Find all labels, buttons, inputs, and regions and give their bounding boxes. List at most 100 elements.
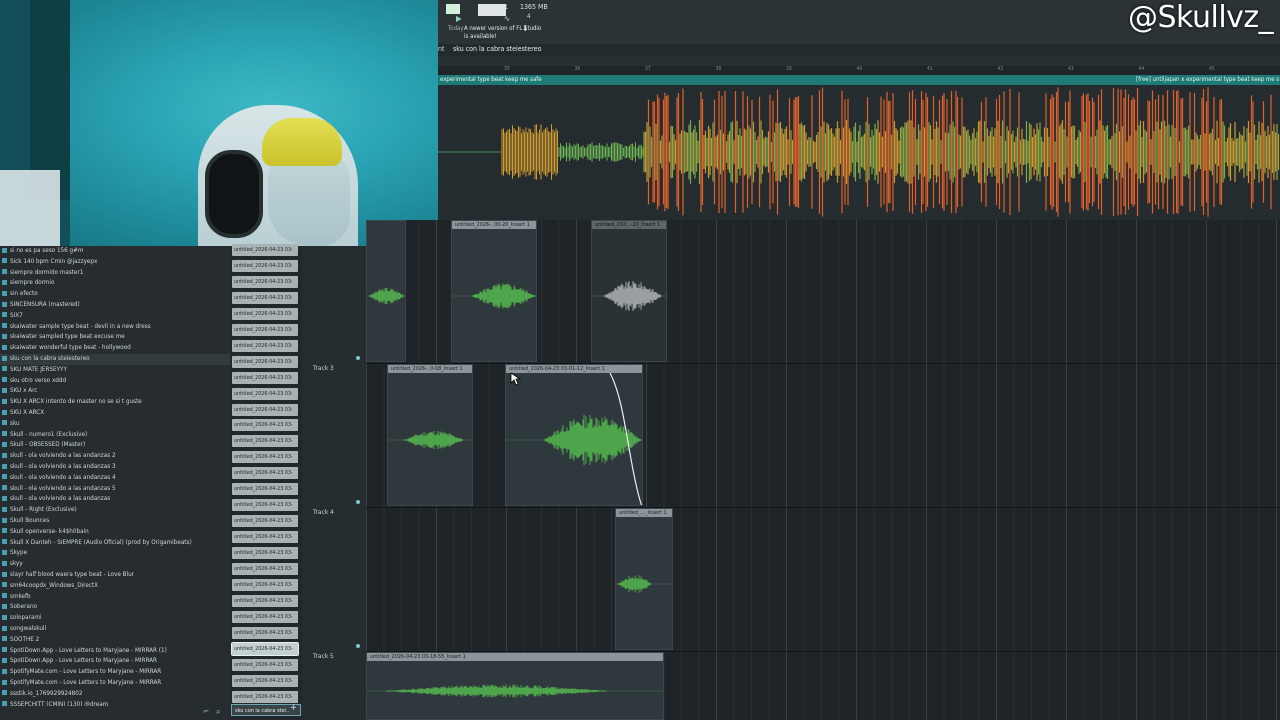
clip-source-item[interactable]: untitled_2026-04-23 03- xyxy=(232,515,298,528)
browser-item[interactable]: SpotifyMate.com - Love Letters to Maryja… xyxy=(0,667,230,678)
clip-source-item[interactable]: untitled_2026-04-23 03- xyxy=(232,371,298,384)
browser-item[interactable]: ssstik.io_1769929924802 xyxy=(0,689,230,700)
clip-source-item[interactable]: untitled_2026-04-23 03- xyxy=(232,451,298,464)
audio-file-icon xyxy=(2,549,7,555)
track-led[interactable] xyxy=(356,500,360,504)
audio-file-icon xyxy=(2,636,7,642)
browser-item[interactable]: skaiwater wonderful type beat - hollywoo… xyxy=(0,343,230,354)
browser-item[interactable]: Skull openverse- k4$h0bain xyxy=(0,527,230,538)
browser-item[interactable]: SINCENSURA (mastered) xyxy=(0,300,230,311)
clip-source-item[interactable]: untitled_2026-04-23 03- xyxy=(232,307,298,320)
clip-source-item[interactable]: untitled_2026-04-23 03- xyxy=(232,339,298,352)
track-name[interactable]: Track 4 xyxy=(313,508,334,516)
browser-item[interactable]: Skull X Danteh - SIEMPRE (Audio Oficial)… xyxy=(0,538,230,549)
waveform-icon[interactable]: ∿ xyxy=(504,14,510,23)
browser-item[interactable]: skull - ola volviendo a las andanzas xyxy=(0,494,230,505)
browser-item[interactable]: Sick 140 bpm Cmin @jazzyepx xyxy=(0,257,230,268)
audio-clip[interactable]: untitled_2026-04-23 03-01-12_Insert 1 xyxy=(505,364,643,506)
browser-item[interactable]: Skype xyxy=(0,548,230,559)
browser-item[interactable]: sin efecto xyxy=(0,289,230,300)
browser-item[interactable]: sku xyxy=(0,419,230,430)
clip-source-item[interactable]: untitled_2026-04-23 03- xyxy=(232,403,298,416)
browser-item[interactable]: Skull - OBSESSED (Master) xyxy=(0,440,230,451)
browser-item[interactable]: Skull Bounces xyxy=(0,516,230,527)
clip-source-item[interactable]: untitled_2026-04-23 03- xyxy=(232,483,298,496)
audio-clip[interactable] xyxy=(366,220,406,362)
audio-file-icon xyxy=(2,593,7,599)
clip-source-item[interactable]: untitled_2026-04-23 03- xyxy=(232,499,298,512)
clip-source-item[interactable]: untitled_2026-04-23 03- xyxy=(232,291,298,304)
clip-source-item[interactable]: untitled_2026-04-23 03- xyxy=(232,244,298,256)
browser-item[interactable]: skaiwater sample type beat - devil in a … xyxy=(0,322,230,333)
clip-source-item[interactable]: untitled_2026-04-23 03- xyxy=(232,610,298,623)
clip-source-item[interactable]: untitled_2026-04-23 03- xyxy=(232,690,298,703)
clip-source-item[interactable]: untitled_2026-04-23 03- xyxy=(232,563,298,575)
clip-source-item[interactable]: untitled_2026-04-23 03- xyxy=(232,419,298,432)
browser-item[interactable]: sm64coopdx_Windows_DirectX xyxy=(0,581,230,592)
audio-clip[interactable]: untitled_202...-20_Insert 1 xyxy=(591,220,667,362)
clip-source-item[interactable]: untitled_2026-04-23 03- xyxy=(232,594,298,607)
browser-item[interactable]: SKU X ARCX xyxy=(0,408,230,419)
clip-source-item[interactable]: untitled_2026-04-23 03- xyxy=(232,547,298,560)
browser-item[interactable]: slayr half blood waera type beat - Love … xyxy=(0,570,230,581)
search-icon[interactable]: ⌕ xyxy=(216,707,220,717)
browser-item[interactable]: SOOTHE 2 xyxy=(0,635,230,646)
clip-source-item[interactable]: untitled_2026-04-23 03- xyxy=(232,387,298,400)
memory-usage: 1365 MB xyxy=(520,3,548,11)
browser-item[interactable]: skyy xyxy=(0,559,230,570)
browser-item[interactable]: SKU X ARCX intento de master no se si t … xyxy=(0,397,230,408)
browser-item[interactable]: soloparami xyxy=(0,613,230,624)
track-led[interactable] xyxy=(356,644,360,648)
audio-file-icon xyxy=(2,495,7,501)
track-name[interactable]: Track 5 xyxy=(313,652,334,660)
browser-item[interactable]: songwalskull xyxy=(0,624,230,635)
audio-clip[interactable]: untitled_..._Insert 1 xyxy=(615,508,673,650)
audio-clip[interactable]: untitled_2026-..00-20_Insert 1 xyxy=(451,220,537,362)
browser-item-label: skyy xyxy=(10,560,23,568)
track-name[interactable]: Track 3 xyxy=(313,364,334,372)
audio-clip[interactable]: untitled_2026-04-23 03-18-55_Insert 1 xyxy=(366,652,664,720)
browser-item[interactable]: skull - ola volviendo a las andanzas 4 xyxy=(0,473,230,484)
browser-item[interactable]: SKU MATE JERSEYYY xyxy=(0,365,230,376)
browser-item[interactable]: skaiwater sampled type beat excuse me xyxy=(0,332,230,343)
clip-source-item[interactable]: untitled_2026-04-23 03- xyxy=(232,658,298,671)
browser-link-icon[interactable]: ⌐ xyxy=(203,707,209,716)
browser-item[interactable]: SpotiDown.App - Love Letters to Maryjane… xyxy=(0,646,230,657)
clip-source-item[interactable]: untitled_2026-04-23 03- xyxy=(232,578,298,591)
browser-item[interactable]: si no es pa seso 156 g#m xyxy=(0,246,230,257)
browser-item[interactable]: sku con la cabra steiestereo xyxy=(0,354,230,365)
audio-clip[interactable]: untitled_2026-..0-08_Insert 1 xyxy=(387,364,473,506)
play-icon[interactable]: ▶ xyxy=(456,14,462,23)
browser-item[interactable]: smkefb xyxy=(0,592,230,603)
browser-item-label: Sick 140 bpm Cmin @jazzyepx xyxy=(10,257,98,265)
browser-item[interactable]: SpotiDown.App - Love Letters to Maryjane… xyxy=(0,656,230,667)
browser-item[interactable]: siempre dormio xyxy=(0,278,230,289)
update-notice[interactable]: A newer version of FL Studio is availabl… xyxy=(464,25,544,41)
clip-source-item[interactable]: untitled_2026-04-23 03- xyxy=(232,323,298,336)
browser-item[interactable]: skull - ola volviendo a las andanzas 5 xyxy=(0,484,230,495)
clip-source-item[interactable]: untitled_2026-04-23 03- xyxy=(232,259,298,272)
browser-item[interactable]: skull - ola volviendo a las andanzas 3 xyxy=(0,462,230,473)
clip-source-item[interactable]: untitled_2026-04-23 03- xyxy=(232,531,298,544)
clip-source-item[interactable]: untitled_2026-04-23 03- xyxy=(231,641,299,656)
browser-item[interactable]: skull - ola volviendo a las andanzas 2 xyxy=(0,451,230,462)
clip-source-item[interactable]: untitled_2026-04-23 03- xyxy=(232,467,298,480)
browser-item[interactable]: sku otro verso xddd xyxy=(0,376,230,387)
clip-source-item[interactable]: untitled_2026-04-23 03- xyxy=(232,355,298,368)
browser-item[interactable]: SIX7 xyxy=(0,311,230,322)
browser-item[interactable]: SKU x Arc xyxy=(0,386,230,397)
browser-item[interactable]: Soberano xyxy=(0,602,230,613)
browser-item[interactable]: Skull - numero1 (Exclusive) xyxy=(0,430,230,441)
clip-source-item[interactable]: untitled_2026-04-23 03- xyxy=(232,674,298,687)
add-icon[interactable]: + xyxy=(290,703,297,713)
horizontal-scrollbar[interactable] xyxy=(438,56,1280,119)
track-led[interactable] xyxy=(356,356,360,360)
browser-item[interactable]: Skull - Right (Exclusive) xyxy=(0,505,230,516)
clip-source-item[interactable]: untitled_2026-04-23 03- xyxy=(232,275,298,288)
clip-source-item[interactable]: untitled_2026-04-23 03- xyxy=(232,435,298,448)
clip-source-item[interactable]: untitled_2026-04-23 03- xyxy=(232,626,298,639)
browser-item-label: SOOTHE 2 xyxy=(10,635,40,643)
audio-waveform[interactable] xyxy=(438,85,1280,220)
browser-item[interactable]: SpotifyMate.com - Love Letters to Maryja… xyxy=(0,678,230,689)
browser-item[interactable]: siempre dormido master1 xyxy=(0,268,230,279)
